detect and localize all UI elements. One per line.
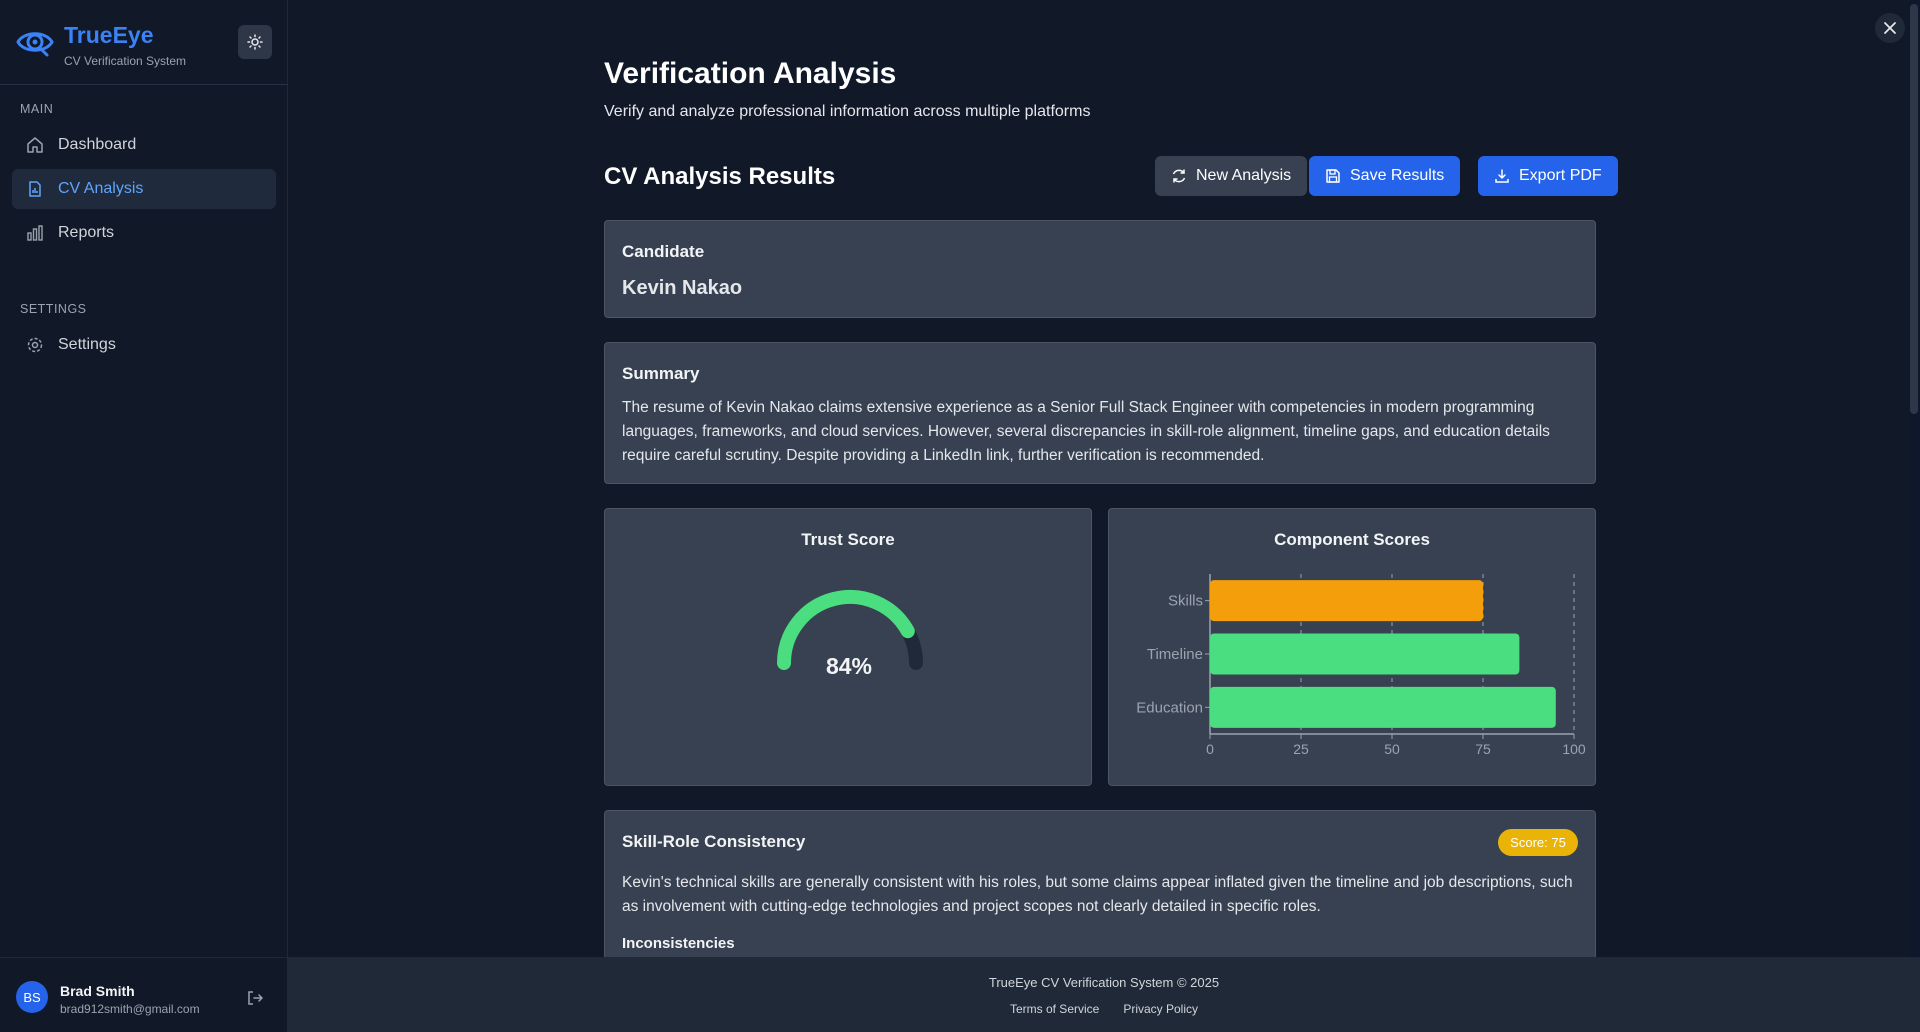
eye-logo-icon: [16, 32, 54, 57]
privacy-link[interactable]: Privacy Policy: [1123, 1002, 1198, 1016]
gear-icon: [26, 336, 44, 354]
y-tick-label: Timeline: [1147, 646, 1203, 663]
scrollbar-thumb[interactable]: [1910, 4, 1918, 414]
nav-section-main: MAIN: [20, 102, 54, 116]
inconsistencies-heading: Inconsistencies: [622, 935, 735, 952]
refresh-icon: [1171, 168, 1187, 184]
brand-header: TrueEye CV Verification System: [0, 0, 287, 85]
bar-chart-icon: [26, 224, 44, 242]
export-pdf-label: Export PDF: [1519, 167, 1602, 184]
results-title: CV Analysis Results: [604, 163, 836, 190]
app-subtitle: CV Verification System: [64, 54, 187, 68]
skill-role-card: Skill-Role Consistency Score: 75 Kevin's…: [604, 810, 1596, 957]
bar-timeline: [1210, 633, 1520, 675]
home-icon: [26, 136, 44, 154]
x-tick-label: 50: [1384, 741, 1400, 757]
close-button[interactable]: [1875, 13, 1905, 43]
user-email: brad912smith@gmail.com: [60, 1002, 200, 1016]
candidate-name: Kevin Nakao: [622, 277, 743, 299]
trust-score-value: 84%: [825, 653, 873, 679]
sidebar-item-dashboard[interactable]: Dashboard: [12, 125, 276, 165]
sidebar-item-reports[interactable]: Reports: [12, 213, 276, 253]
page-title: Verification Analysis: [604, 57, 897, 90]
footer-links: Terms of Service Privacy Policy: [288, 1002, 1920, 1016]
page-subtitle: Verify and analyze professional informat…: [604, 103, 1091, 120]
candidate-card: Candidate Kevin Nakao: [604, 220, 1596, 318]
sidebar-item-settings[interactable]: Settings: [12, 325, 276, 365]
y-tick-label: Skills: [1168, 593, 1203, 610]
sidebar-item-label: Settings: [58, 336, 116, 353]
avatar: BS: [16, 981, 48, 1013]
trust-score-title: Trust Score: [801, 530, 895, 549]
new-analysis-button[interactable]: New Analysis: [1155, 156, 1308, 196]
export-pdf-button[interactable]: Export PDF: [1478, 156, 1618, 196]
save-results-button[interactable]: Save Results: [1309, 156, 1461, 196]
sun-icon: [247, 34, 263, 50]
user-name: Brad Smith: [60, 983, 135, 999]
summary-label: Summary: [622, 364, 700, 383]
bar-education: [1210, 686, 1556, 728]
theme-toggle-button[interactable]: [238, 25, 272, 59]
user-profile: BS Brad Smith brad912smith@gmail.com: [0, 957, 288, 1032]
bar-skills: [1210, 580, 1483, 622]
component-scores-card: Component Scores 0 25 50 75 100 Skills Timelin…: [1108, 508, 1596, 786]
app-name: TrueEye: [64, 22, 154, 48]
skill-role-title: Skill-Role Consistency: [622, 832, 806, 851]
skill-role-text: Kevin's technical skills are generally c…: [622, 874, 1573, 915]
sidebar-item-label: CV Analysis: [58, 180, 144, 197]
new-analysis-label: New Analysis: [1196, 167, 1292, 184]
x-tick-label: 75: [1475, 741, 1491, 757]
sidebar: TrueEye CV Verification System MAIN Dash…: [0, 0, 288, 1032]
document-chart-icon: [26, 180, 44, 198]
nav-section-settings: SETTINGS: [20, 302, 87, 316]
trust-score-card: Trust Score 84%: [604, 508, 1092, 786]
download-icon: [1494, 168, 1510, 184]
summary-card: Summary The resume of Kevin Nakao claims…: [604, 342, 1596, 484]
save-results-label: Save Results: [1350, 167, 1445, 184]
footer-copyright: TrueEye CV Verification System © 2025: [988, 975, 1220, 990]
sidebar-item-cv-analysis[interactable]: CV Analysis: [12, 169, 276, 209]
x-tick-label: 0: [1206, 741, 1214, 757]
score-badge: Score: 75: [1498, 829, 1578, 856]
close-icon: [1884, 22, 1896, 34]
x-tick-label: 100: [1562, 741, 1586, 757]
logout-icon[interactable]: [246, 989, 264, 1007]
sidebar-item-label: Reports: [58, 224, 115, 241]
sidebar-item-label: Dashboard: [58, 136, 137, 153]
component-scores-chart: 0 25 50 75 100 Skills Timeline Education: [1136, 574, 1586, 757]
candidate-label: Candidate: [622, 242, 705, 261]
main-content: Verification Analysis Verify and analyze…: [288, 0, 1920, 957]
y-tick-label: Education: [1136, 699, 1203, 716]
summary-text: The resume of Kevin Nakao claims extensi…: [622, 399, 1550, 464]
x-tick-label: 25: [1293, 741, 1309, 757]
footer: TrueEye CV Verification System © 2025 Te…: [288, 957, 1920, 1032]
terms-link[interactable]: Terms of Service: [1010, 1002, 1099, 1016]
save-icon: [1325, 168, 1341, 184]
